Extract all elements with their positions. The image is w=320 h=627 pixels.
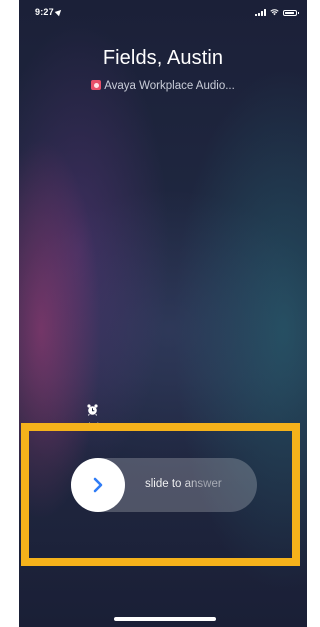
status-time-text: 9:27 <box>35 7 54 17</box>
avaya-app-icon <box>91 80 102 90</box>
status-bar: 9:27 <box>19 0 307 26</box>
incoming-call-screen: 9:27 Fields, Austin Avaya Workplace Audi… <box>19 0 307 627</box>
status-indicators <box>255 8 299 16</box>
chevron-right-icon <box>93 477 103 493</box>
call-source-label: Avaya Workplace Audio... <box>104 80 235 92</box>
wifi-icon <box>270 8 279 16</box>
location-arrow-icon <box>54 7 64 17</box>
slide-to-answer-label: slide to answer <box>145 478 222 490</box>
alarm-clock-icon <box>71 404 113 416</box>
home-indicator[interactable] <box>114 617 216 621</box>
battery-level-fill <box>285 12 294 14</box>
slide-to-answer-slider[interactable]: slide to answer <box>71 458 257 512</box>
status-time: 9:27 <box>35 7 64 17</box>
slider-knob[interactable] <box>71 458 125 512</box>
caller-name: Fields, Austin <box>102 47 224 69</box>
cellular-signal-icon <box>255 9 266 16</box>
call-source: Avaya Workplace Audio... <box>19 80 307 92</box>
battery-icon <box>283 10 299 16</box>
